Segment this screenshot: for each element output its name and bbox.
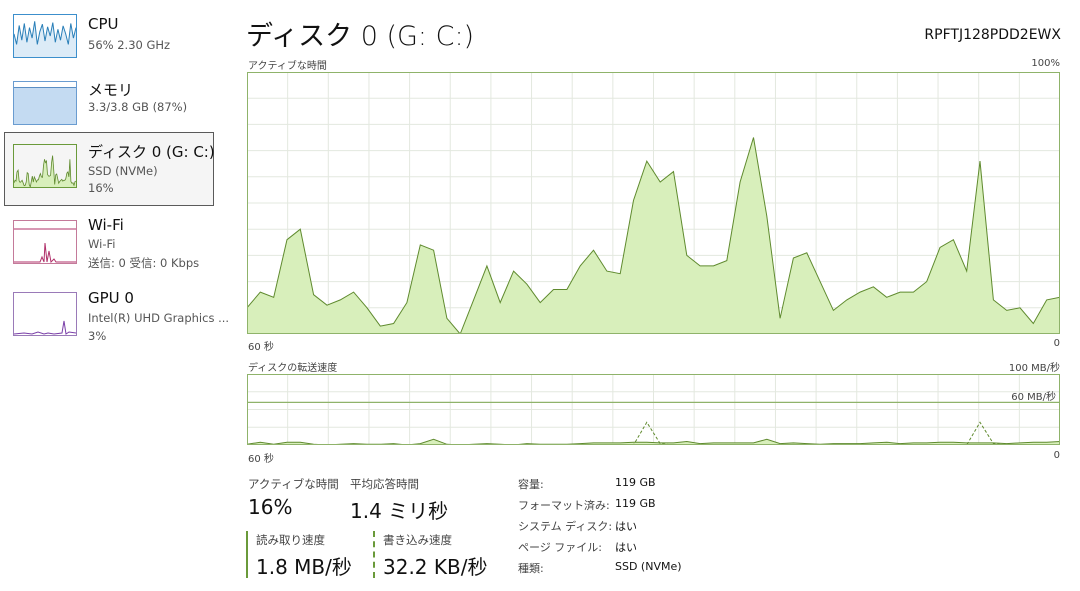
page-file-value: はい [615, 541, 637, 554]
disk-thumbnail [13, 144, 77, 188]
sidebar-item-subtitle: Wi-Fi [88, 237, 116, 251]
transfer-graph-line-label: 60 MB/秒 [1011, 392, 1056, 403]
type-label: 種類: [518, 562, 544, 575]
read-speed-value: 1.8 MB/秒 [256, 555, 352, 579]
active-time-label: アクティブな時間 [248, 477, 339, 491]
transfer-graph-right-axis: 0 [1053, 450, 1060, 461]
sidebar-item-title: GPU 0 [88, 289, 134, 307]
read-speed-indicator [246, 531, 248, 578]
type-value: SSD (NVMe) [615, 560, 682, 573]
sidebar-item-usage: 16% [88, 181, 114, 195]
sidebar-item-usage: 3% [88, 329, 107, 343]
memory-thumb-area [14, 87, 76, 124]
sidebar-item-title: メモリ [88, 81, 134, 99]
formatted-label: フォーマット済み: [518, 499, 610, 512]
transfer-rate-graph [247, 374, 1060, 445]
write-speed-label: 書き込み速度 [383, 533, 452, 547]
read-speed-label: 読み取り速度 [256, 533, 325, 547]
page-title: ディスク 0 (G: C:) [246, 21, 475, 52]
active-time-graph-label: アクティブな時間 [248, 61, 327, 72]
sidebar-item-gpu[interactable]: GPU 0 Intel(R) UHD Graphics ... 3% [4, 283, 229, 349]
page-file-label: ページ ファイル: [518, 541, 602, 554]
transfer-graph-max: 100 MB/秒 [1008, 363, 1060, 374]
memory-thumbnail-graph [14, 86, 76, 124]
sidebar-item-throughput: 送信: 0 受信: 0 Kbps [88, 256, 200, 270]
avg-response-value: 1.4 ミリ秒 [350, 499, 449, 523]
sidebar-item-memory[interactable]: メモリ 3.3/3.8 GB (87%) [4, 72, 214, 136]
active-time-graph-right-axis: 0 [1053, 338, 1060, 349]
gpu-thumbnail [13, 292, 77, 336]
memory-thumbnail [13, 81, 77, 125]
cpu-thumbnail [13, 14, 77, 58]
sidebar-item-subtitle: Intel(R) UHD Graphics ... [88, 311, 230, 325]
capacity-value: 119 GB [615, 476, 656, 489]
wifi-thumbnail-graph [14, 228, 76, 263]
formatted-value: 119 GB [615, 497, 656, 510]
gpu-thumb-line [14, 320, 76, 335]
sidebar-item-subtitle: 56% 2.30 GHz [88, 38, 171, 52]
avg-response-label: 平均応答時間 [350, 477, 419, 491]
gpu-thumbnail-graph [14, 320, 76, 335]
system-disk-value: はい [615, 520, 637, 533]
active-time-graph [247, 72, 1060, 334]
sidebar-item-disk[interactable]: ディスク 0 (G: C:) SSD (NVMe) 16% [4, 132, 215, 206]
sidebar-item-title: CPU [88, 15, 119, 33]
active-time-value: 16% [248, 495, 293, 519]
active-time-graph-max: 100% [1031, 58, 1060, 69]
write-speed-indicator [373, 531, 375, 578]
write-speed-value: 32.2 KB/秒 [383, 555, 488, 579]
sidebar-item-title: ディスク 0 (G: C:) [88, 143, 215, 161]
wifi-thumb-line [14, 242, 76, 263]
active-time-graph-left-axis: 60 秒 [248, 342, 274, 353]
sidebar-item-subtitle: SSD (NVMe) [88, 164, 158, 178]
disk-model: RPFTJ128PDD2EWX [924, 27, 1061, 43]
capacity-label: 容量: [518, 478, 544, 491]
system-disk-label: システム ディスク: [518, 520, 613, 533]
sidebar-item-subtitle: 3.3/3.8 GB (87%) [88, 100, 188, 114]
disk-thumbnail-graph [14, 155, 76, 187]
sidebar-item-wifi[interactable]: Wi-Fi Wi-Fi 送信: 0 受信: 0 Kbps [4, 210, 214, 276]
wifi-thumbnail [13, 220, 77, 264]
transfer-graph-label: ディスクの転送速度 [248, 363, 338, 374]
sidebar-item-cpu[interactable]: CPU 56% 2.30 GHz [4, 6, 214, 70]
cpu-thumbnail-graph [14, 21, 76, 57]
transfer-graph-left-axis: 60 秒 [248, 454, 274, 465]
sidebar-item-title: Wi-Fi [88, 216, 124, 234]
